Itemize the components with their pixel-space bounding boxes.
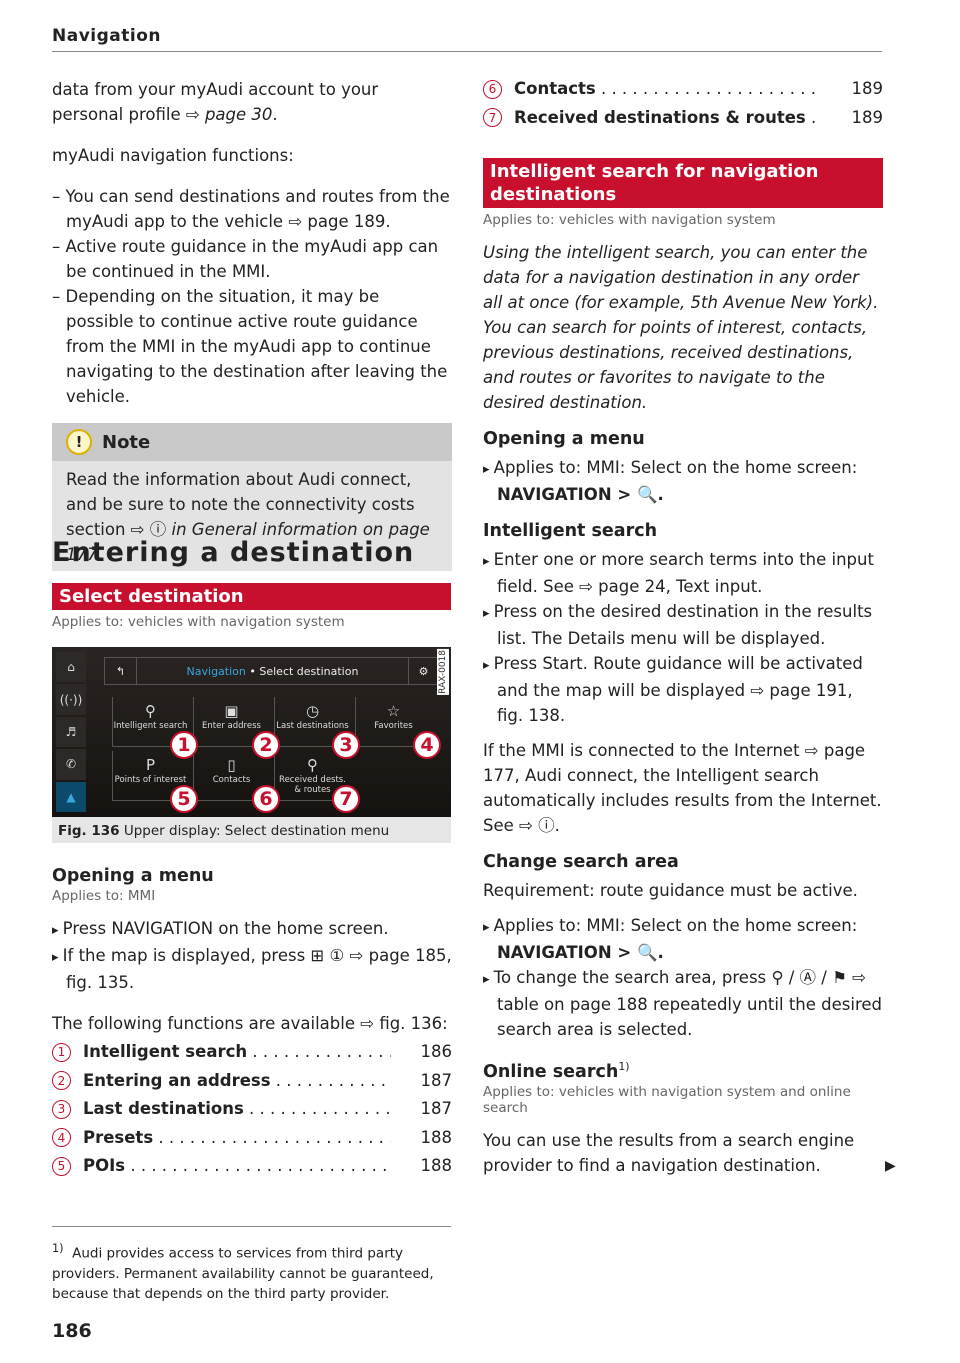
footnote: 1) Audi provides access to services from… [52,1226,451,1304]
menu-path: NAVIGATION > 🔍. [497,485,664,504]
back-icon[interactable]: ↰ [105,658,137,684]
applies-text: Applies to: vehicles with navigation sys… [483,1083,851,1116]
step: Press on the desired destination in the … [483,599,883,651]
note-title: Note [102,431,151,453]
applies-text: Applies to: vehicles with navigation sys… [52,614,345,630]
online-search-text: You can use the results from a search en… [483,1130,855,1175]
applies-text: Applies to: MMI [52,888,156,904]
music-icon[interactable]: ♬ [56,716,86,748]
radio-icon[interactable]: ((·)) [56,684,86,715]
bullet: Active route guidance in the myAudi app … [52,234,452,284]
select-destination-heading: Select destination [52,583,451,610]
available-text: The following functions are available ⇨ … [52,1014,448,1033]
continue-arrow-icon: ▶ [885,1158,896,1174]
functions-title: myAudi navigation functions: [52,146,294,165]
warning-circle-icon: ! [66,429,92,455]
internet-text: If the MMI is connected to the Internet … [483,741,882,835]
star-icon: ☆ [386,702,401,720]
intelligent-search-title: Intelligent search [483,521,658,541]
callout: 1 [170,731,198,759]
step: Press NAVIGATION on the home screen. [52,916,452,943]
figure-caption: Fig. 136 Upper display: Select destinati… [58,823,390,839]
running-header: Navigation [52,26,161,46]
toc-item[interactable]: 6Contacts189 [483,75,883,104]
page-number: 186 [52,1320,92,1342]
phone-icon[interactable]: ✆ [56,749,86,780]
applies-text: Applies to: vehicles with navigation sys… [483,212,776,228]
toc-item[interactable]: 4Presets188 [52,1124,452,1153]
requirement-text: Requirement: route guidance must be acti… [483,881,858,900]
pin-icon: ⚲ [307,756,318,774]
intelligent-search-heading: Intelligent search for navigation destin… [483,158,883,208]
callout: 3 [332,731,360,759]
navigation-icon[interactable]: ▲ [56,781,86,813]
callout: 6 [252,785,280,813]
toc-item[interactable]: 5POIs188 [52,1152,452,1181]
toc-item[interactable]: 1Intelligent search186 [52,1038,452,1067]
toc-item[interactable]: 3Last destinations187 [52,1095,452,1124]
figure-code: RAX-0018 [437,649,449,695]
callout: 7 [332,785,360,813]
toc-item[interactable]: 2Entering an address187 [52,1067,452,1096]
right-column: 6Contacts189 7Received destinations & ro… [483,75,883,1178]
bullet: Depending on the situation, it may be po… [52,284,452,409]
step: Press Start. Route guidance will be acti… [483,651,883,728]
search-icon: ⚲ [145,702,156,720]
intro-text: Using the intelligent search, you can en… [483,243,879,412]
divider [52,51,882,52]
figure-136: ⌂ ((·)) ♬ ✆ ▲ ↰ Navigation • Select dest… [52,647,451,843]
step: Applies to: MMI: Select on the home scre… [483,913,883,940]
intro-text: data from your myAudi account to your pe… [52,80,379,124]
mmi-screen: ⌂ ((·)) ♬ ✆ ▲ ↰ Navigation • Select dest… [52,647,451,817]
contacts-icon: ▯ [227,756,236,774]
step: Applies to: MMI: Select on the home scre… [483,455,883,482]
left-column: data from your myAudi account to your pe… [52,77,452,571]
bullet: You can send destinations and routes fro… [52,184,452,234]
toc-item[interactable]: 7Received destinations & routes189 [483,104,883,133]
opening-title: Opening a menu [52,866,214,886]
opening-title: Opening a menu [483,429,645,449]
home-icon[interactable]: ⌂ [56,652,86,683]
callout: 4 [413,731,441,759]
section-title: Entering a destination [52,537,415,568]
screen-title-nav: Navigation [186,664,246,678]
screen-title: Select destination [259,664,359,678]
step: Enter one or more search terms into the … [483,547,883,599]
poi-icon: P [145,756,156,774]
address-card-icon: ▣ [224,702,239,720]
callout: 5 [170,785,198,813]
step: If the map is displayed, press ⊞ ① ⇨ pag… [52,943,452,995]
online-search-title: Online search1) [483,1060,630,1082]
settings-icon[interactable]: ⚙ [408,658,438,684]
menu-path: NAVIGATION > 🔍. [497,943,664,962]
callout: 2 [252,731,280,759]
step: To change the search area, press ⚲ / Ⓐ /… [483,965,883,1042]
change-search-area-title: Change search area [483,852,679,872]
clock-icon: ◷ [305,702,320,720]
opening-menu-section: Opening a menu Applies to: MMI Press NAV… [52,852,452,1181]
